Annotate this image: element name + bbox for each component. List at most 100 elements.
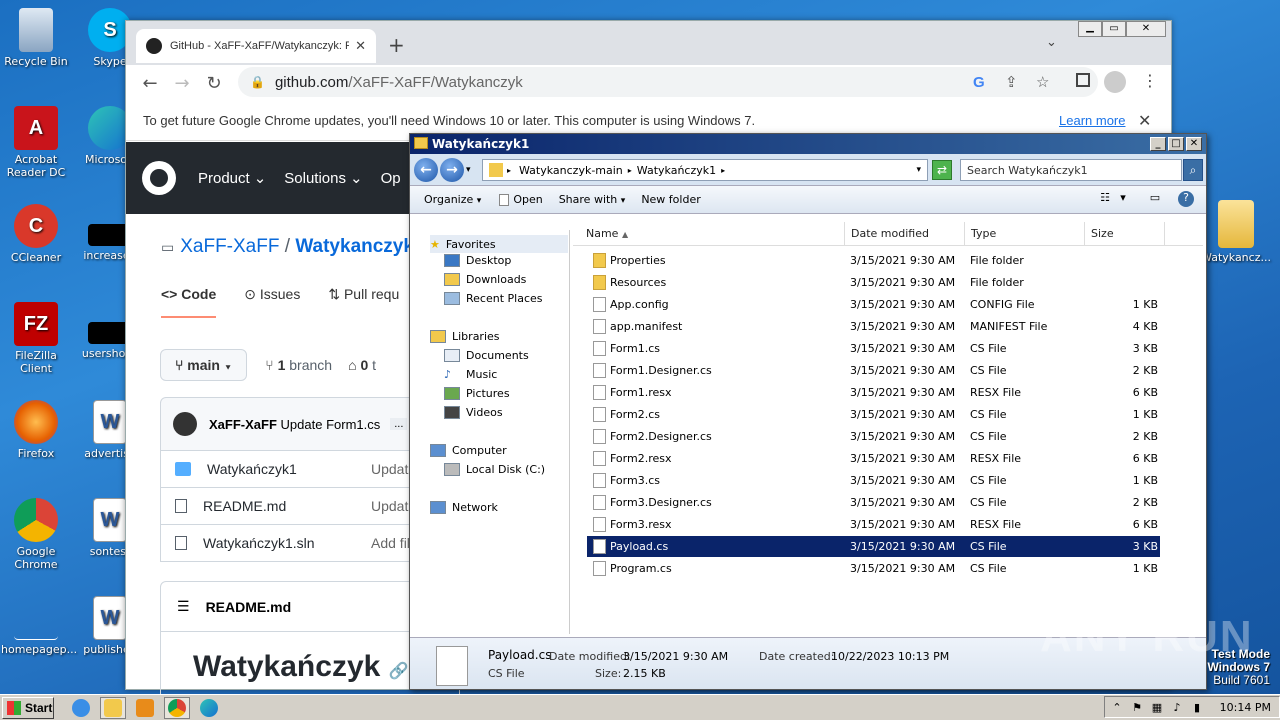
maximize-button[interactable]: □ — [1168, 137, 1184, 151]
file-commit[interactable]: Add fil — [371, 535, 410, 551]
breadcrumb-item[interactable]: Watykanczyk-main — [519, 164, 623, 177]
table-row[interactable]: Form1.Designer.cs 3/15/2021 9:30 AM CS Fil… — [587, 360, 1160, 381]
close-button[interactable]: ✕ — [1126, 21, 1166, 37]
column-date-modified[interactable]: Date modified — [845, 222, 965, 246]
tab-search-chevron-icon[interactable]: ⌄ — [1046, 35, 1057, 50]
table-row[interactable]: Form2.Designer.cs 3/15/2021 9:30 AM CS Fil… — [587, 426, 1160, 447]
commit-more-button[interactable]: ... — [390, 418, 408, 430]
breadcrumb-separator-icon[interactable]: ▸ — [507, 166, 511, 175]
desktop-icon-recycle-bin[interactable]: Recycle Bin — [1, 8, 71, 68]
flag-icon[interactable]: ⚑ — [1129, 701, 1145, 714]
close-button[interactable]: ✕ — [1186, 137, 1202, 151]
nav-favorites[interactable]: ★ Favorites — [430, 235, 568, 253]
address-bar[interactable]: ▸ Watykanczyk-main ▸ Watykańczyk1 ▸ ▾ — [482, 159, 928, 181]
learn-more-link[interactable]: Learn more — [1059, 113, 1125, 128]
nav-desktop[interactable]: Desktop — [444, 254, 511, 267]
table-row[interactable]: Form2.resx 3/15/2021 9:30 AM RESX File 6 KB — [587, 448, 1160, 469]
nav-computer[interactable]: Computer — [430, 444, 507, 457]
tab-pull-requests[interactable]: ⇅ Pull requ — [328, 286, 399, 318]
desktop-icon-filezilla[interactable]: FZ FileZilla Client — [1, 302, 71, 375]
new-folder-button[interactable]: New folder — [641, 193, 700, 206]
column-name[interactable]: Name ▲ — [580, 222, 845, 246]
back-arrow-icon[interactable]: ← — [134, 73, 166, 94]
refresh-icon[interactable]: ⇄ — [932, 160, 952, 180]
share-icon[interactable]: ⇪ — [1005, 73, 1018, 91]
desktop-icon-watykanczyk[interactable]: Watykancz... — [1201, 200, 1271, 264]
breadcrumb-separator-icon[interactable]: ▸ — [721, 166, 725, 175]
desktop-icon-firefox[interactable]: Firefox — [1, 400, 71, 460]
caret-down-icon[interactable]: ▾ — [1114, 191, 1132, 207]
nav-product[interactable]: Product — [198, 170, 250, 187]
file-name[interactable]: Watykańczyk1.sln — [203, 535, 315, 551]
volume-icon[interactable]: ♪ — [1169, 701, 1185, 714]
menu-kebab-icon[interactable]: ⋮ — [1142, 71, 1158, 90]
view-list-icon[interactable]: ☷ — [1096, 191, 1114, 207]
explorer-title-bar[interactable]: Watykańczyk1 _ □ ✕ — [410, 134, 1206, 154]
preview-pane-icon[interactable]: ▭ — [1146, 191, 1164, 207]
table-row[interactable]: app.manifest 3/15/2021 9:30 AM MANIFEST Fi… — [587, 316, 1160, 337]
side-panel-icon[interactable] — [1076, 73, 1090, 87]
breadcrumb-separator-icon[interactable]: ▸ — [628, 166, 632, 175]
taskbar-chrome[interactable] — [164, 696, 190, 719]
tags-link[interactable]: ⌂ 0 t — [348, 357, 376, 373]
help-icon[interactable]: ? — [1178, 191, 1194, 207]
reload-icon[interactable]: ↻ — [198, 73, 230, 94]
commit-author[interactable]: XaFF-XaFF — [209, 417, 277, 432]
address-bar[interactable]: 🔒 github.com/XaFF-XaFF/Watykanczyk G ⇪ ☆ — [238, 67, 1098, 97]
search-input[interactable]: Search Watykańczyk1 — [960, 159, 1182, 181]
forward-arrow-icon[interactable]: → — [166, 73, 198, 94]
profile-avatar-icon[interactable] — [1104, 71, 1126, 93]
table-row[interactable]: Form3.Designer.cs 3/15/2021 9:30 AM CS Fil… — [587, 492, 1160, 513]
browser-tab[interactable]: GitHub - XaFF-XaFF/Watykanczyk: R ✕ — [136, 29, 376, 63]
table-row[interactable]: Program.cs 3/15/2021 9:30 AM CS File 1 KB — [587, 558, 1160, 579]
forward-arrow-icon[interactable]: → — [440, 157, 464, 182]
desktop-icon-acrobat[interactable]: A Acrobat Reader DC — [1, 106, 71, 179]
nav-local-disk[interactable]: Local Disk (C:) — [444, 463, 545, 476]
desktop-icon-ccleaner[interactable]: C CCleaner — [1, 204, 71, 264]
list-icon[interactable]: ☰ — [177, 598, 190, 615]
link-icon[interactable]: 🔗 — [389, 663, 409, 680]
table-row[interactable]: Resources 3/15/2021 9:30 AM File folder — [587, 272, 1160, 293]
taskbar-explorer[interactable] — [100, 696, 126, 719]
nav-network[interactable]: Network — [430, 501, 498, 514]
table-row[interactable]: Form3.cs 3/15/2021 9:30 AM CS File 1 KB — [587, 470, 1160, 491]
table-row[interactable]: Properties 3/15/2021 9:30 AM File folder — [587, 250, 1160, 271]
address-dropdown-icon[interactable]: ▾ — [916, 165, 921, 175]
file-name[interactable]: README.md — [203, 498, 286, 514]
github-logo-icon[interactable] — [142, 161, 176, 195]
nav-libraries[interactable]: Libraries — [430, 330, 500, 343]
file-name[interactable]: Watykańczyk1 — [207, 461, 297, 477]
nav-pictures[interactable]: Pictures — [444, 387, 510, 400]
open-button[interactable]: Open — [499, 193, 543, 206]
history-dropdown-icon[interactable]: ▾ — [466, 165, 471, 175]
nav-solutions[interactable]: Solutions — [284, 170, 346, 187]
repo-name-link[interactable]: Watykanczyk — [295, 236, 414, 257]
bookmark-star-icon[interactable]: ☆ — [1036, 73, 1049, 91]
minimize-button[interactable]: ▁ — [1078, 21, 1102, 37]
avatar[interactable] — [173, 412, 197, 436]
infobar-close-icon[interactable]: ✕ — [1138, 111, 1151, 131]
nav-music[interactable]: ♪ Music — [444, 368, 497, 381]
repo-owner-link[interactable]: XaFF-XaFF — [180, 236, 279, 257]
network-icon[interactable]: ▦ — [1149, 701, 1165, 714]
clock[interactable]: 10:14 PM — [1220, 701, 1271, 714]
file-commit[interactable]: Updat — [371, 461, 408, 477]
maximize-button[interactable]: ▭ — [1102, 21, 1126, 37]
nav-open-source[interactable]: Op — [381, 170, 401, 187]
column-size[interactable]: Size — [1085, 222, 1165, 246]
branch-select-button[interactable]: ⑂ main ▾ — [160, 349, 248, 381]
google-icon[interactable]: G — [973, 74, 985, 91]
tray-expand-icon[interactable]: ⌃ — [1109, 701, 1125, 714]
table-row[interactable]: Payload.cs 3/15/2021 9:30 AM CS File 3 KB — [586, 535, 1161, 558]
table-row[interactable]: Form3.resx 3/15/2021 9:30 AM RESX File 6 KB — [587, 514, 1160, 535]
search-icon[interactable]: ⌕ — [1183, 159, 1203, 181]
start-button[interactable]: Start — [2, 696, 54, 719]
column-type[interactable]: Type — [965, 222, 1085, 246]
breadcrumb-item[interactable]: Watykańczyk1 — [637, 164, 716, 177]
organize-button[interactable]: Organize ▾ — [424, 193, 481, 206]
table-row[interactable]: App.config 3/15/2021 9:30 AM CONFIG File 1 … — [587, 294, 1160, 315]
tab-close-icon[interactable]: ✕ — [355, 38, 366, 54]
nav-downloads[interactable]: Downloads — [444, 273, 526, 286]
new-tab-button[interactable]: + — [388, 33, 405, 57]
file-commit[interactable]: Updat — [371, 498, 408, 514]
